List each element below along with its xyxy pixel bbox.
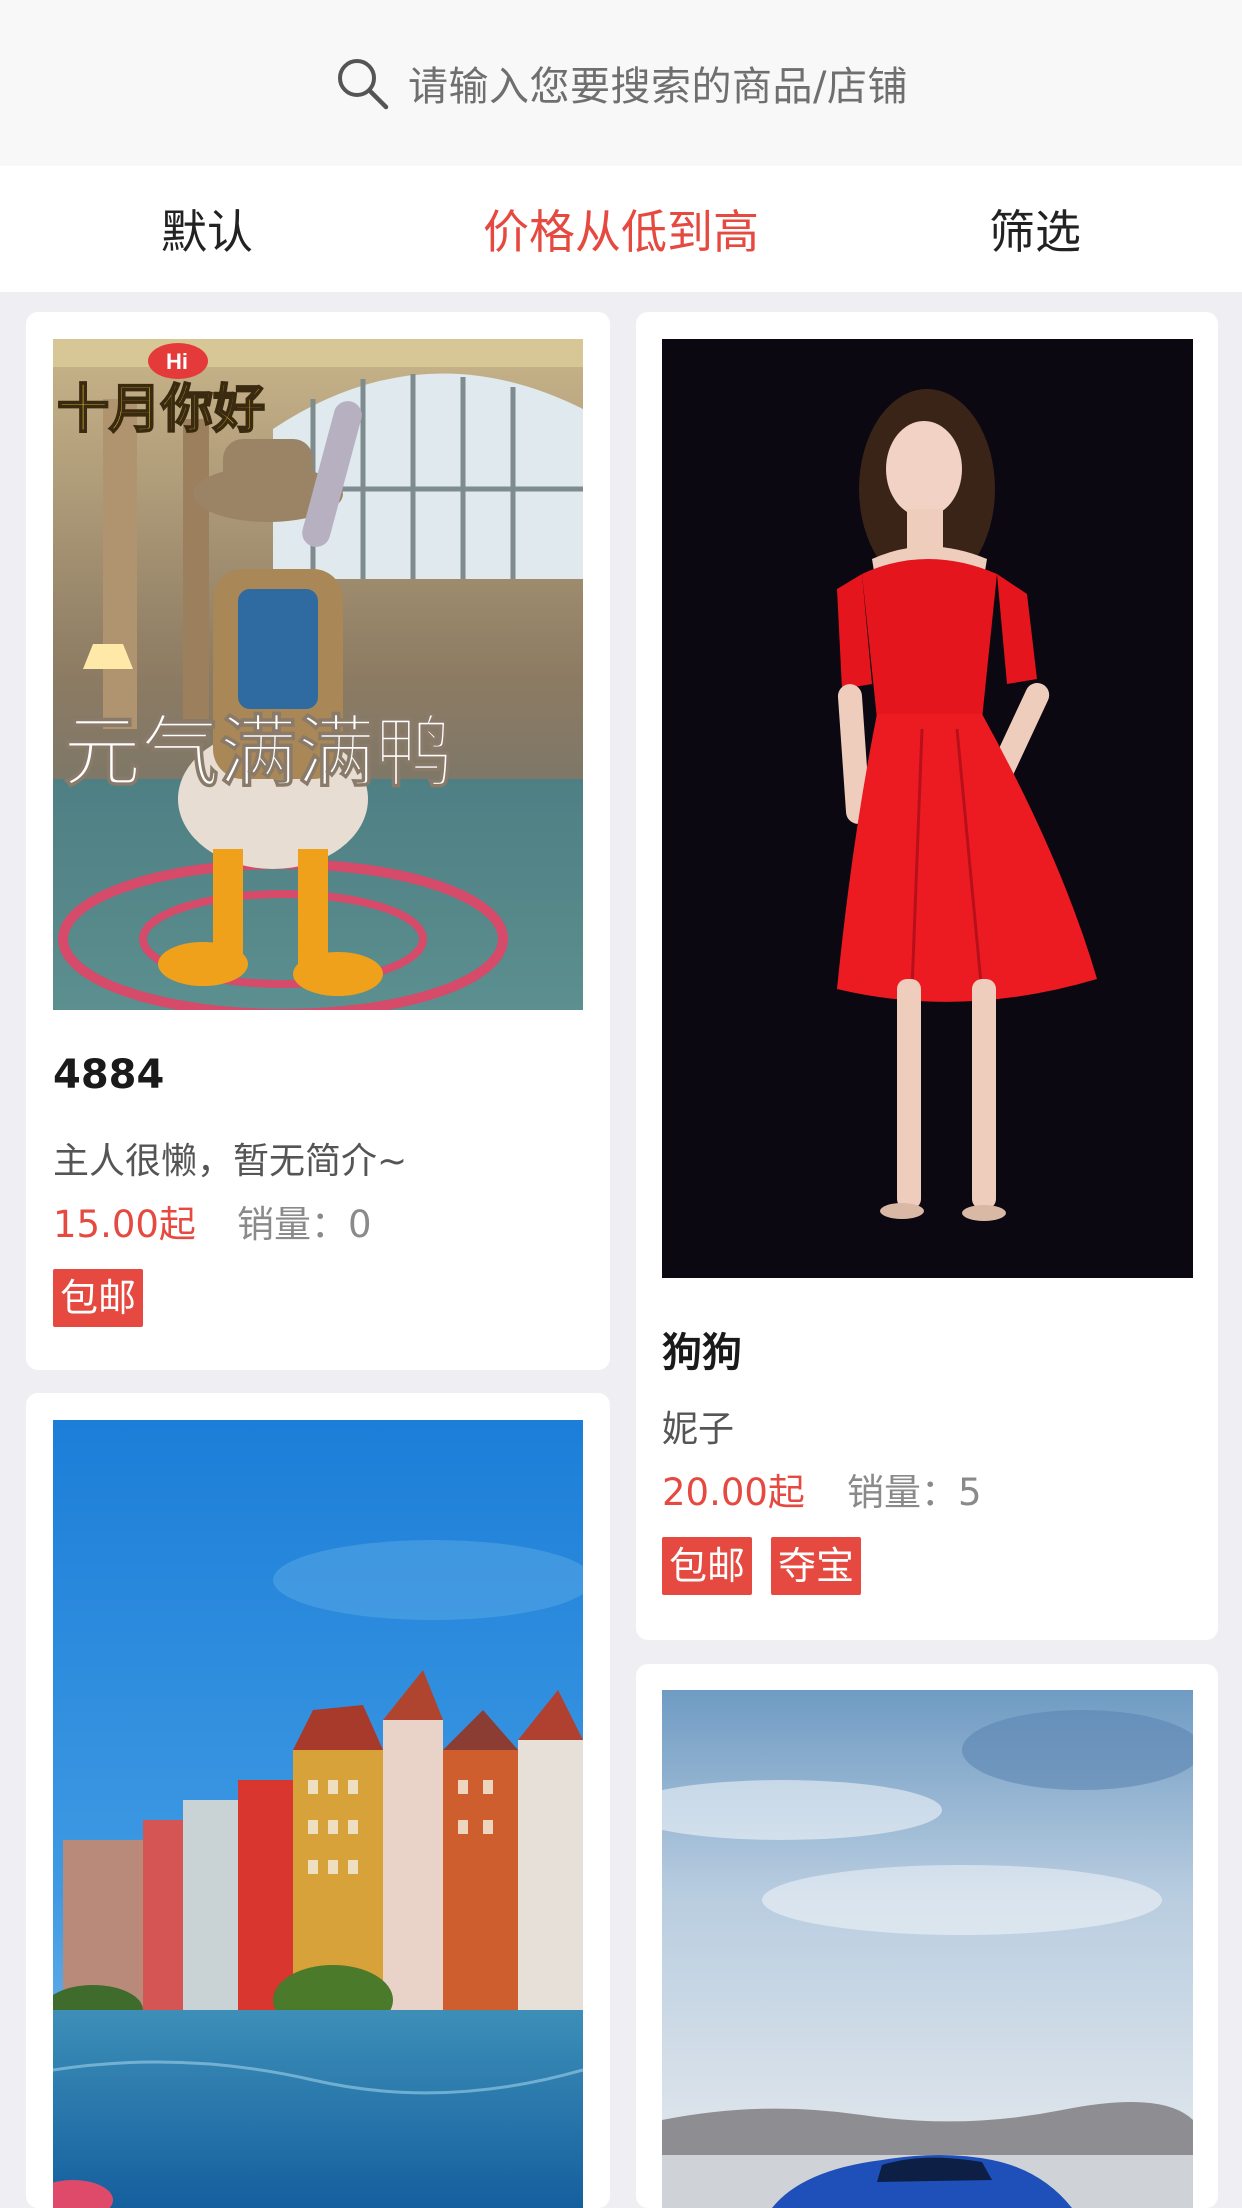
search-icon — [338, 59, 389, 110]
sort-bar: 默认 价格从低到高 筛选 — [0, 166, 1242, 292]
product-photo-mascot: Hi 十月你好 元气满满鸭 — [53, 339, 583, 1010]
product-image-3[interactable] — [53, 1420, 583, 2208]
image-badge-text: 十月你好 — [57, 380, 265, 440]
product-card-4[interactable] — [636, 1664, 1218, 2208]
tag-lucky-draw: 夺宝 — [771, 1537, 862, 1595]
sales-label: 销量： — [237, 1203, 348, 1246]
product-desc-1: 主人很懒，暂无简介~ — [53, 1141, 408, 1182]
sort-tab-filter[interactable]: 筛选 — [828, 166, 1242, 292]
product-desc-2: 妮子 — [662, 1409, 735, 1450]
search-input[interactable]: 请输入您要搜索的商品/店铺 — [0, 0, 1242, 166]
product-image-4[interactable] — [662, 1690, 1193, 2208]
search-placeholder: 请输入您要搜索的商品/店铺 — [408, 64, 908, 110]
product-sales-2: 销量：5 — [847, 1462, 982, 1516]
product-photo-canal-town — [53, 1420, 583, 2208]
product-photo-red-dress — [662, 339, 1193, 1278]
sort-tab-price-asc[interactable]: 价格从低到高 — [414, 166, 828, 292]
product-price-2: 20.00起 — [662, 1471, 805, 1514]
sales-label: 销量： — [847, 1471, 958, 1514]
product-sales-1: 销量：0 — [237, 1194, 372, 1248]
image-caption-text: 元气满满鸭 — [63, 708, 453, 798]
product-photo-sports-car — [662, 1690, 1193, 2208]
product-card-3[interactable] — [26, 1393, 610, 2208]
product-title-2[interactable]: 狗狗 — [662, 1320, 742, 1378]
sales-count: 0 — [348, 1203, 372, 1246]
sort-tab-default[interactable]: 默认 — [0, 166, 414, 292]
product-image-2[interactable] — [662, 339, 1193, 1278]
tag-free-shipping: 包邮 — [53, 1269, 144, 1327]
product-image-1[interactable]: Hi 十月你好 元气满满鸭 — [53, 339, 583, 1010]
product-card-2[interactable]: 狗狗 妮子 20.00起 销量：5 包邮 夺宝 — [636, 312, 1218, 1640]
search-header: 请输入您要搜索的商品/店铺 — [0, 0, 1242, 166]
sales-count: 5 — [958, 1471, 982, 1514]
product-card-1[interactable]: Hi 十月你好 元气满满鸭 4884 主人很懒，暂无简介~ 15.00起 销量：… — [26, 312, 610, 1370]
tag-free-shipping: 包邮 — [662, 1537, 753, 1595]
svg-text:Hi: Hi — [166, 349, 188, 374]
product-price-1: 15.00起 — [53, 1203, 196, 1246]
product-title-1[interactable]: 4884 — [53, 1052, 164, 1098]
